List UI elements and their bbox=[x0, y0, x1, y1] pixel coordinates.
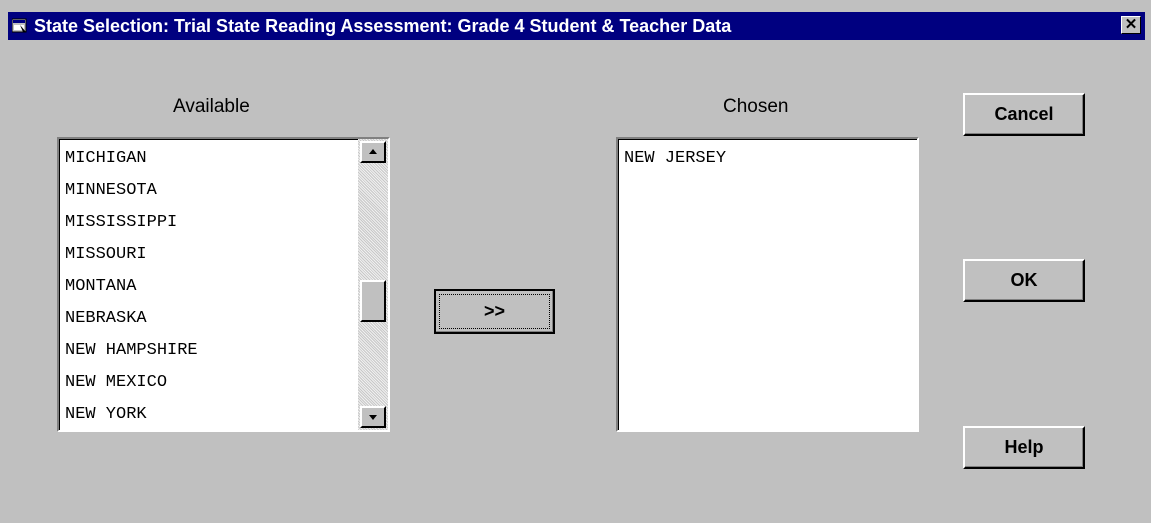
title-bar: State Selection: Trial State Reading Ass… bbox=[8, 12, 1145, 40]
list-item[interactable]: NEW YORK bbox=[65, 399, 198, 431]
ok-button-label: OK bbox=[1010, 270, 1038, 290]
list-item[interactable]: MISSISSIPPI bbox=[65, 207, 198, 239]
window-app-icon bbox=[11, 18, 28, 34]
scroll-up-button[interactable] bbox=[360, 141, 386, 163]
move-button-label: >> bbox=[483, 301, 506, 321]
chosen-list: NEW JERSEY bbox=[624, 143, 726, 175]
close-button[interactable]: ✕ bbox=[1121, 16, 1141, 34]
available-listbox[interactable]: MICHIGAN MINNESOTA MISSISSIPPI MISSOURI MONT… bbox=[57, 137, 390, 432]
chosen-listbox[interactable]: NEW JERSEY bbox=[616, 137, 919, 432]
list-item[interactable]: MISSOURI bbox=[65, 239, 198, 271]
help-button-label: Help bbox=[1004, 437, 1044, 457]
help-button[interactable]: Help bbox=[963, 426, 1085, 469]
list-item[interactable]: NEW JERSEY bbox=[624, 143, 726, 175]
arrow-down-icon bbox=[369, 415, 377, 420]
available-list: MICHIGAN MINNESOTA MISSISSIPPI MISSOURI MONT… bbox=[65, 143, 198, 431]
scroll-down-button[interactable] bbox=[360, 406, 386, 428]
arrow-up-icon bbox=[369, 149, 377, 154]
list-item[interactable]: MONTANA bbox=[65, 271, 198, 303]
scroll-thumb[interactable] bbox=[360, 280, 386, 322]
list-item[interactable]: MINNESOTA bbox=[65, 175, 198, 207]
available-label: Available bbox=[173, 96, 250, 117]
cancel-button-label: Cancel bbox=[994, 104, 1054, 124]
list-item[interactable]: NEW MEXICO bbox=[65, 367, 198, 399]
list-item[interactable]: NEBRASKA bbox=[65, 303, 198, 335]
state-selection-dialog: State Selection: Trial State Reading Ass… bbox=[0, 0, 1151, 523]
list-item[interactable]: NEW HAMPSHIRE bbox=[65, 335, 198, 367]
move-to-chosen-button[interactable]: >> bbox=[434, 289, 555, 334]
cancel-button[interactable]: Cancel bbox=[963, 93, 1085, 136]
ok-button[interactable]: OK bbox=[963, 259, 1085, 302]
close-icon: ✕ bbox=[1124, 16, 1138, 33]
list-item[interactable]: MICHIGAN bbox=[65, 143, 198, 175]
available-scrollbar[interactable] bbox=[358, 139, 388, 430]
chosen-label: Chosen bbox=[723, 96, 789, 117]
window-title: State Selection: Trial State Reading Ass… bbox=[34, 16, 732, 36]
